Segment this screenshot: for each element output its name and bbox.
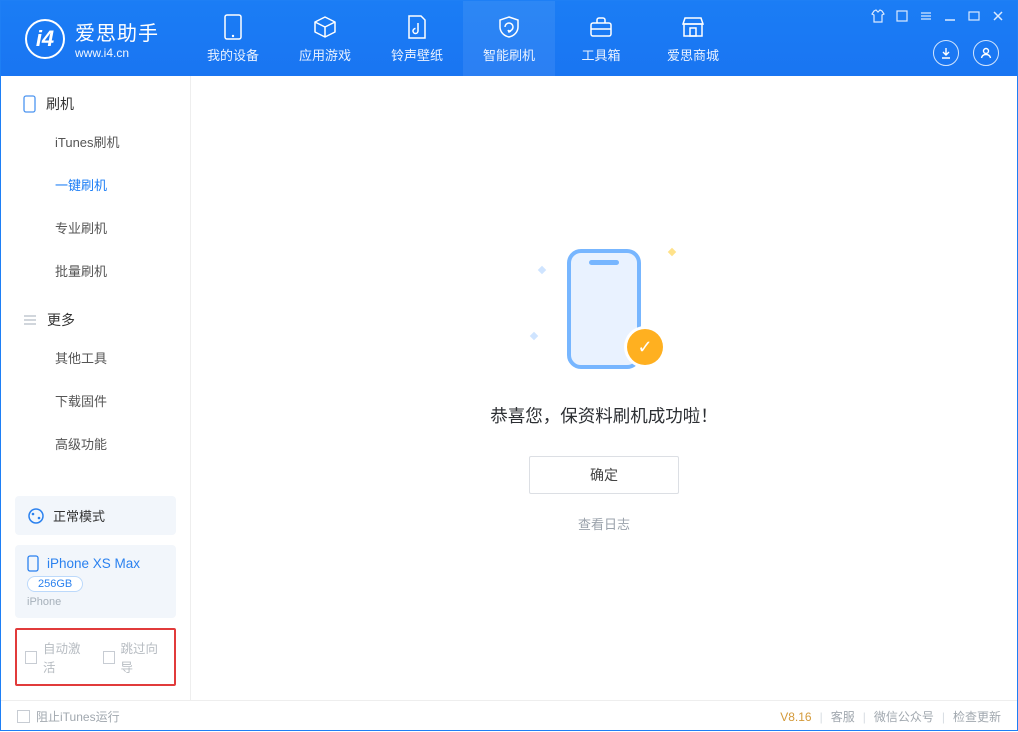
- main-nav: 我的设备 应用游戏 铃声壁纸 智能刷机 工具箱 爱思商城: [187, 1, 739, 76]
- nav-my-device[interactable]: 我的设备: [187, 1, 279, 76]
- check-update-link[interactable]: 检查更新: [953, 708, 1001, 725]
- checkbox-label: 阻止iTunes运行: [36, 708, 120, 725]
- sidebar-bottom: 正常模式 iPhone XS Max 256GB iPhone 自动激活 跳过向…: [1, 486, 190, 700]
- checkbox-label: 跳过向导: [121, 638, 167, 676]
- download-button[interactable]: [933, 40, 959, 66]
- nav-apps-games[interactable]: 应用游戏: [279, 1, 371, 76]
- nav-toolbox[interactable]: 工具箱: [555, 1, 647, 76]
- block-itunes-checkbox[interactable]: 阻止iTunes运行: [17, 708, 120, 725]
- success-message: 恭喜您，保资料刷机成功啦！: [490, 403, 718, 428]
- sidebar-item-itunes-flash[interactable]: iTunes刷机: [1, 120, 190, 163]
- nav-label: 应用游戏: [299, 45, 351, 64]
- nav-label: 工具箱: [581, 45, 620, 64]
- spark-icon: [668, 248, 676, 256]
- footer-left: 阻止iTunes运行: [17, 708, 120, 725]
- device-capacity: 256GB: [27, 576, 83, 592]
- app-header: i4 爱思助手 www.i4.cn 我的设备 应用游戏 铃声壁纸 智能刷机 工具…: [1, 1, 1017, 76]
- sidebar-item-advanced[interactable]: 高级功能: [1, 422, 190, 465]
- app-body: 刷机 iTunes刷机 一键刷机 专业刷机 批量刷机 更多 其他工具 下载固件 …: [1, 76, 1017, 700]
- list-icon: [23, 313, 37, 327]
- logo-area: i4 爱思助手 www.i4.cn: [1, 1, 177, 76]
- checkbox-icon: [25, 651, 37, 664]
- sidebar-item-batch-flash[interactable]: 批量刷机: [1, 249, 190, 292]
- device-icon: [220, 14, 246, 40]
- store-icon: [680, 14, 706, 40]
- view-log-link[interactable]: 查看日志: [578, 514, 630, 533]
- window-controls: [871, 9, 1005, 23]
- header-action-circles: [933, 40, 999, 66]
- ok-button[interactable]: 确定: [529, 456, 679, 494]
- checkbox-label: 自动激活: [43, 638, 89, 676]
- device-card[interactable]: iPhone XS Max 256GB iPhone: [15, 545, 176, 618]
- section-title: 刷机: [46, 94, 74, 114]
- nav-ringtone-wallpaper[interactable]: 铃声壁纸: [371, 1, 463, 76]
- mode-icon: [27, 507, 45, 525]
- app-title: 爱思助手: [75, 17, 159, 46]
- menu-icon[interactable]: [919, 9, 933, 23]
- version-label: V8.16: [780, 710, 811, 724]
- mode-label: 正常模式: [53, 506, 105, 525]
- wechat-link[interactable]: 微信公众号: [874, 708, 934, 725]
- device-name: iPhone XS Max: [47, 556, 140, 571]
- footer-right: V8.16 | 客服 | 微信公众号 | 检查更新: [780, 708, 1001, 725]
- cube-icon: [312, 14, 338, 40]
- phone-small-icon: [23, 95, 36, 113]
- sidebar-item-other-tools[interactable]: 其他工具: [1, 336, 190, 379]
- music-file-icon: [404, 14, 430, 40]
- device-phone-icon: [27, 555, 39, 572]
- skip-wizard-checkbox[interactable]: 跳过向导: [103, 638, 167, 676]
- nav-store[interactable]: 爱思商城: [647, 1, 739, 76]
- sidebar-section-more: 更多: [1, 292, 190, 336]
- sidebar-section-flash: 刷机: [1, 76, 190, 120]
- sidebar-item-download-firmware[interactable]: 下载固件: [1, 379, 190, 422]
- lock-icon[interactable]: [895, 9, 909, 23]
- logo-icon: i4: [25, 19, 65, 59]
- status-bar: 阻止iTunes运行 V8.16 | 客服 | 微信公众号 | 检查更新: [1, 700, 1017, 732]
- logo-text: 爱思助手 www.i4.cn: [75, 17, 159, 60]
- support-link[interactable]: 客服: [831, 708, 855, 725]
- refresh-shield-icon: [496, 14, 522, 40]
- user-button[interactable]: [973, 40, 999, 66]
- nav-label: 智能刷机: [483, 45, 535, 64]
- spark-icon: [538, 266, 546, 274]
- sidebar-item-pro-flash[interactable]: 专业刷机: [1, 206, 190, 249]
- nav-label: 我的设备: [207, 45, 259, 64]
- checkbox-icon: [17, 710, 30, 723]
- device-name-row: iPhone XS Max: [27, 555, 164, 572]
- sidebar: 刷机 iTunes刷机 一键刷机 专业刷机 批量刷机 更多 其他工具 下载固件 …: [1, 76, 191, 700]
- shirt-icon[interactable]: [871, 9, 885, 23]
- app-subtitle: www.i4.cn: [75, 46, 159, 60]
- close-button[interactable]: [991, 9, 1005, 23]
- checkbox-icon: [103, 651, 115, 664]
- device-type: iPhone: [27, 596, 164, 608]
- spark-icon: [530, 332, 538, 340]
- success-check-badge-icon: ✓: [627, 329, 663, 365]
- mode-card[interactable]: 正常模式: [15, 496, 176, 535]
- auto-activate-checkbox[interactable]: 自动激活: [25, 638, 89, 676]
- section-title: 更多: [47, 310, 75, 330]
- toolbox-icon: [588, 14, 614, 40]
- nav-smart-flash[interactable]: 智能刷机: [463, 1, 555, 76]
- success-visual: ✓: [539, 243, 669, 373]
- sidebar-item-one-click-flash[interactable]: 一键刷机: [1, 163, 190, 206]
- maximize-button[interactable]: [967, 9, 981, 23]
- highlighted-checkbox-row: 自动激活 跳过向导: [15, 628, 176, 686]
- minimize-button[interactable]: [943, 9, 957, 23]
- main-content: ✓ 恭喜您，保资料刷机成功啦！ 确定 查看日志: [191, 76, 1017, 700]
- nav-label: 铃声壁纸: [391, 45, 443, 64]
- nav-label: 爱思商城: [667, 45, 719, 64]
